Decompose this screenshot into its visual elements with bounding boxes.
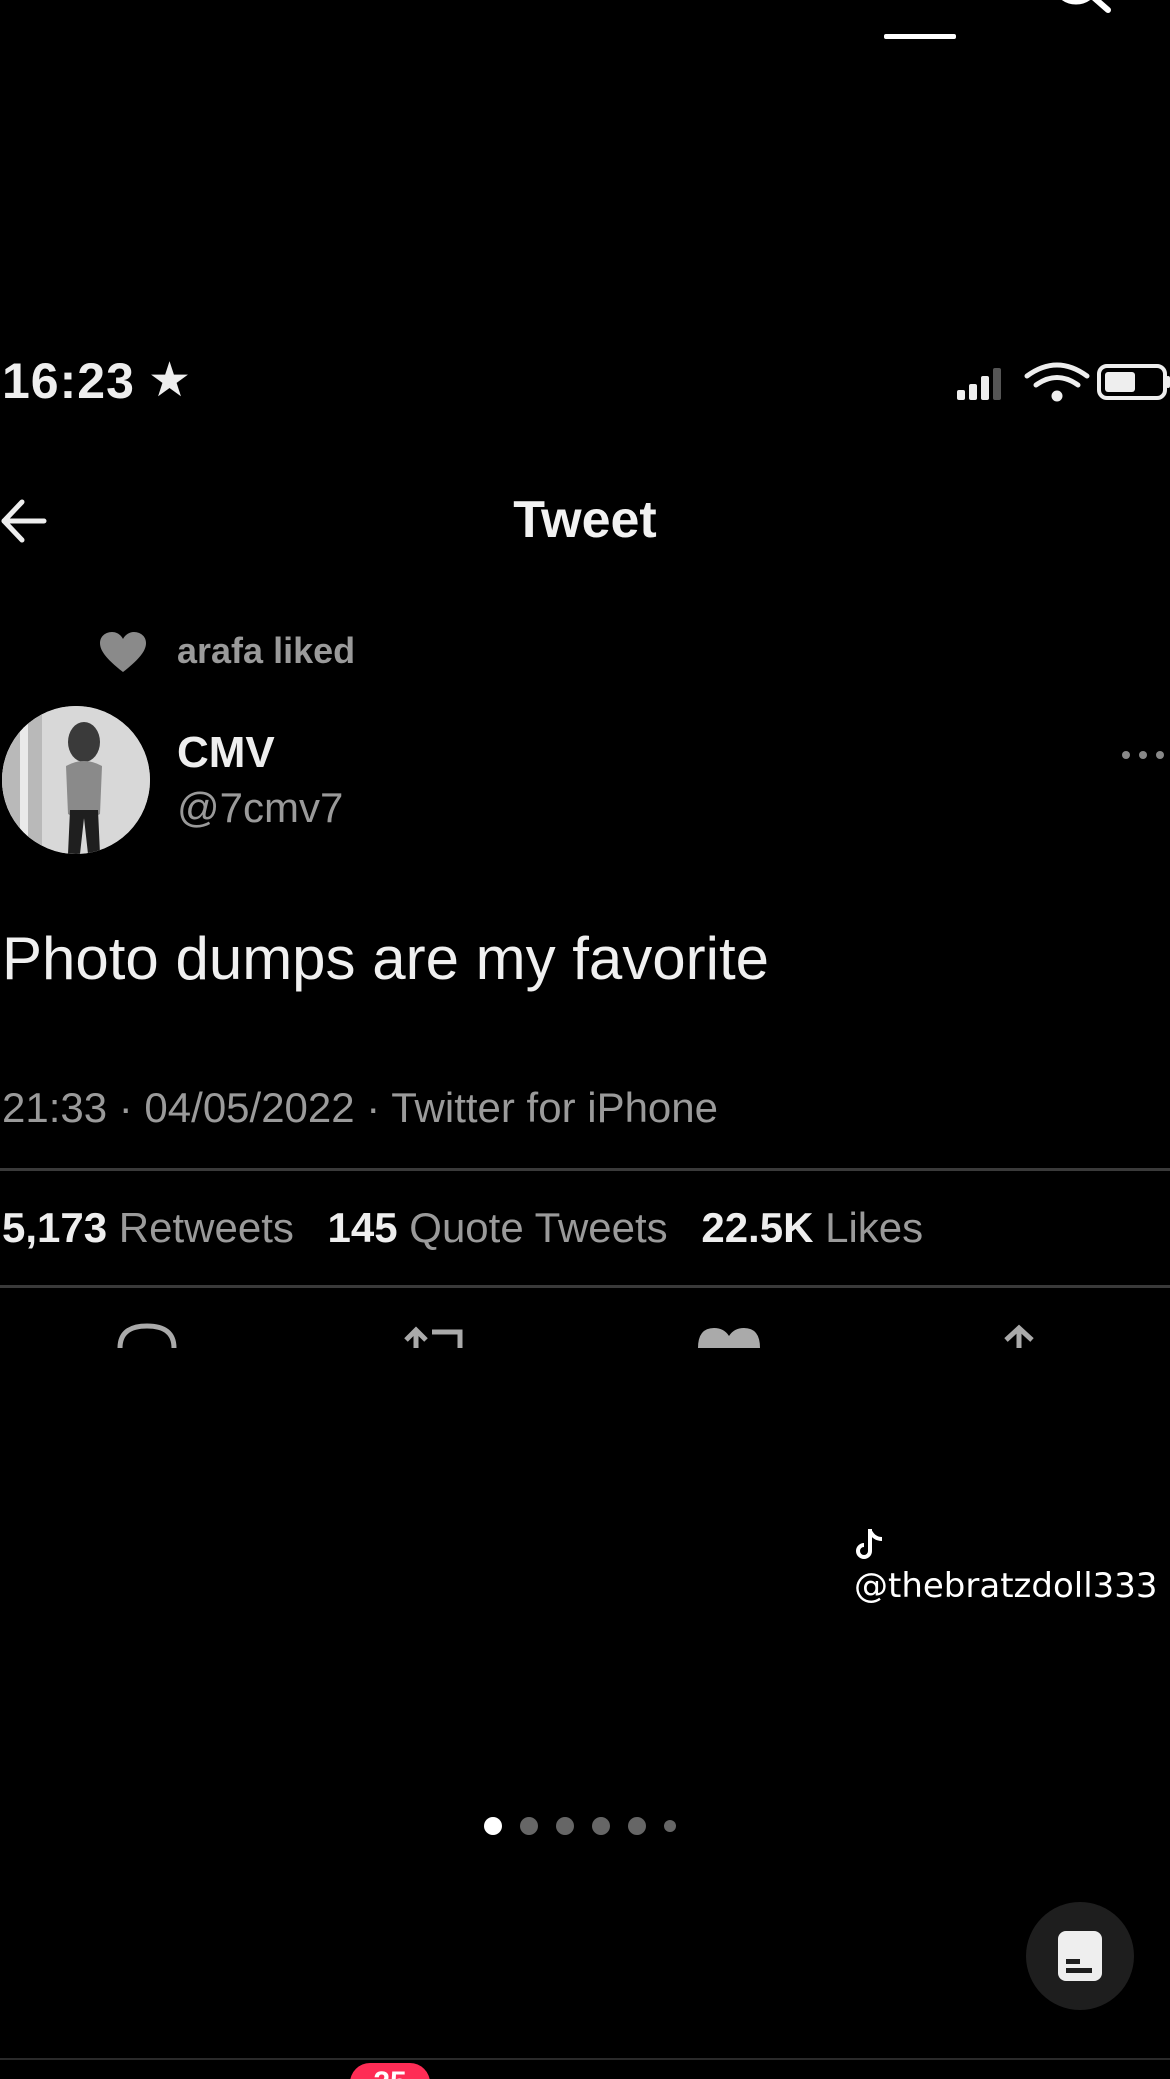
captions-button[interactable] xyxy=(1026,1902,1134,2010)
heart-icon xyxy=(100,632,146,672)
quote-label[interactable]: Quote Tweets xyxy=(409,1204,667,1251)
like-icon[interactable] xyxy=(694,1318,764,1348)
screen: 16:23 ★ Tweet arafa liked CMV @7cmv7 Pho… xyxy=(0,0,1170,2079)
quote-count[interactable]: 145 xyxy=(328,1204,398,1251)
like-label[interactable]: Likes xyxy=(825,1204,923,1251)
pagination-dot[interactable] xyxy=(628,1817,646,1835)
divider xyxy=(0,1168,1170,1171)
pagination-dot[interactable] xyxy=(520,1817,538,1835)
pagination-dot[interactable] xyxy=(664,1820,676,1832)
wifi-icon xyxy=(1024,362,1090,402)
tweet-meta: 21:33 · 04/05/2022 · Twitter for iPhone xyxy=(2,1084,719,1131)
tweet-stats: 5,173 Retweets 145 Quote Tweets 22.5K Li… xyxy=(2,1204,945,1252)
tiktok-icon xyxy=(856,1529,883,1559)
liked-by-label: arafa liked xyxy=(177,630,356,671)
pagination-dots xyxy=(484,1816,694,1836)
more-options-icon[interactable] xyxy=(1118,740,1168,770)
author-name[interactable]: CMV xyxy=(177,728,275,778)
pagination-dot[interactable] xyxy=(592,1817,610,1835)
page-title: Tweet xyxy=(513,491,657,549)
status-time: 16:23 xyxy=(2,353,135,409)
author-handle[interactable]: @7cmv7 xyxy=(177,784,343,832)
share-icon[interactable] xyxy=(984,1318,1054,1348)
watermark-handle: @thebratzdoll333 xyxy=(854,1566,1158,1606)
pagination-dot[interactable] xyxy=(556,1817,574,1835)
star-icon: ★ xyxy=(148,354,192,407)
active-tab-indicator xyxy=(884,34,956,39)
status-icons xyxy=(957,362,1170,402)
retweet-icon[interactable] xyxy=(400,1318,470,1348)
avatar-image xyxy=(2,706,150,854)
battery-icon xyxy=(1097,364,1170,400)
notification-badge: 25 xyxy=(350,2063,430,2079)
retweet-label[interactable]: Retweets xyxy=(119,1204,294,1251)
like-count[interactable]: 22.5K xyxy=(701,1204,813,1251)
bottom-nav-divider xyxy=(0,2058,1170,2060)
retweet-count[interactable]: 5,173 xyxy=(2,1204,107,1251)
tweet-text: Photo dumps are my favorite xyxy=(2,925,770,992)
signal-icon xyxy=(957,368,1001,400)
pagination-dot[interactable] xyxy=(484,1817,502,1835)
reply-icon[interactable] xyxy=(112,1318,182,1348)
watermark: @thebratzdoll333 xyxy=(854,1526,1170,1606)
search-icon[interactable] xyxy=(1050,0,1114,14)
avatar[interactable] xyxy=(2,706,150,854)
captions-icon xyxy=(1058,1931,1102,1981)
divider xyxy=(0,1285,1170,1288)
